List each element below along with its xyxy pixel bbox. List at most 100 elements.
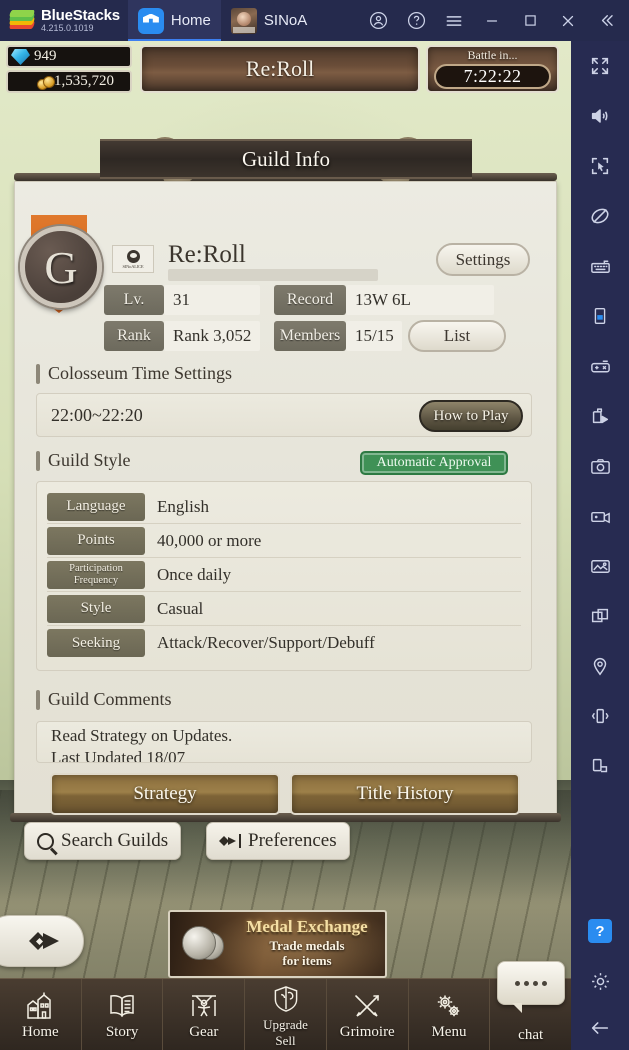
fullscreen-icon[interactable] [571,41,629,91]
title-history-button[interactable]: Title History [290,773,520,815]
help-icon[interactable] [397,0,435,41]
volume-icon[interactable] [571,91,629,141]
guild-emblem-caption: SINoALICE [122,263,144,269]
battle-timer-box[interactable]: Battle in... 7:22:22 [426,45,559,93]
colosseum-heading-label: Colosseum Time Settings [48,363,233,383]
medal-exchange-banner[interactable]: Medal Exchange Trade medals for items [168,910,387,978]
how-to-play-button[interactable]: How to Play [419,400,523,432]
media-manager-icon[interactable] [571,541,629,591]
collapse-left-icon[interactable] [587,0,625,41]
screenshot-icon[interactable] [571,441,629,491]
colosseum-time-box: 22:00~22:20 How to Play [36,393,532,437]
maximize-icon[interactable] [511,0,549,41]
tab-sinoalice[interactable]: SINoA [221,0,313,41]
medal-exchange-subtitle: Trade medals for items [228,938,385,969]
hamburger-menu-icon[interactable] [435,0,473,41]
coin-icon [37,75,57,92]
nav-item-chat-label: chat [518,1027,544,1043]
gem-amount: 949 [34,48,57,64]
style-key-frequency-line2: Frequency [73,574,119,586]
member-list-button[interactable]: List [408,320,506,352]
minimize-icon[interactable] [473,0,511,41]
how-to-play-label: How to Play [433,407,509,424]
medal-exchange-sub-line1: Trade medals [269,938,345,953]
member-list-button-label: List [443,326,471,345]
guild-comment-line-1: Read Strategy on Updates. [51,726,233,745]
style-key-frequency: Participation Frequency [47,560,145,589]
quick-move-button[interactable] [0,915,84,967]
guild-comments-heading-label: Guild Comments [48,689,172,709]
settings-gear-icon[interactable] [571,956,629,1006]
nav-item-story[interactable]: Story [81,979,164,1050]
guild-comments-box: Read Strategy on Updates. Last Updated 1… [36,721,532,763]
preferences-button[interactable]: Preferences [206,822,350,860]
gamepad-icon[interactable] [571,341,629,391]
macro-play-icon[interactable] [571,391,629,441]
book-icon [103,989,141,1023]
nav-item-grimoire-label: Grimoire [339,1024,395,1040]
nav-item-upgrade-sell[interactable]: Upgrade Sell [245,979,327,1050]
strategy-button[interactable]: Strategy [50,773,280,815]
eco-mode-icon[interactable] [571,191,629,241]
stat-key-rank: Rank [104,321,164,351]
help-badge-icon[interactable]: ? [571,906,629,956]
battle-timer-label: Battle in... [467,48,518,62]
guild-style-heading-label: Guild Style [48,450,131,470]
weapons-icon [348,989,386,1023]
brand-version: 4.215.0.1019 [41,22,94,33]
nav-item-grimoire[interactable]: Grimoire [326,979,409,1050]
approval-status-label: Automatic Approval [376,455,492,470]
nav-item-chat[interactable]: chat [490,961,571,1050]
portrait-mode-icon[interactable] [571,291,629,341]
guild-crest-letter: G [44,241,78,293]
search-guilds-button[interactable]: Search Guilds [24,822,182,860]
page-title-plate: Guild Info [100,139,472,179]
guild-comment-line-2: Last Updated 18/07 [51,748,186,763]
back-arrow-icon[interactable] [571,1006,629,1050]
nav-item-gear[interactable]: Gear [163,979,246,1050]
account-icon[interactable] [359,0,397,41]
stat-key-level: Lv. [104,285,164,315]
tab-home[interactable]: Home [127,0,221,41]
page-header: Guild Info [14,137,557,190]
guild-style-box: Language English Points 40,000 or more P… [36,481,532,671]
close-icon[interactable] [549,0,587,41]
puppet-icon [185,989,223,1023]
shake-icon[interactable] [571,691,629,741]
nav-item-menu[interactable]: Menu [408,979,491,1050]
gem-icon [11,49,30,65]
guild-style-heading: Guild Style [36,450,131,471]
guild-name-row: SINoALICE Re:Roll Settings [112,241,532,281]
stat-value-members: 15/15 [346,321,402,351]
stat-value-record: 13W 6L [346,285,494,315]
keyboard-controls-icon[interactable] [571,241,629,291]
nav-item-upgrade-sell-line2: Sell [275,1032,296,1048]
style-key-seeking: Seeking [47,629,145,657]
stat-row-level: Lv. 31 Record 13W 6L [104,285,534,315]
guild-name-banner[interactable]: Re:Roll [140,45,420,93]
multi-select-icon[interactable] [571,141,629,191]
style-value-language: English [157,496,209,516]
style-value-seeking: Attack/Recover/Support/Debuff [157,633,375,652]
nav-item-gear-label: Gear [189,1024,219,1040]
guild-stats-grid: Lv. 31 Record 13W 6L Rank Rank 3,052 Mem… [104,285,534,357]
rotate-icon[interactable] [571,741,629,791]
battle-timer-value: 7:22:22 [434,64,551,89]
game-viewport: 949 1,535,720 Re:Roll Battle in... 7:22:… [0,41,571,1050]
guild-emblem-icon: SINoALICE [112,245,154,273]
brand-name: BlueStacks [41,6,120,24]
guild-emblem-symbol [126,249,140,263]
game-app-icon [230,7,257,34]
settings-button[interactable]: Settings [436,243,530,276]
location-icon[interactable] [571,641,629,691]
medal-exchange-sub-line2: for items [282,953,332,969]
style-value-frequency: Once daily [157,564,232,584]
stat-value-level: 31 [164,285,260,315]
chat-bubble-icon [496,961,565,1013]
gears-icon [430,989,468,1023]
nav-item-home[interactable]: Home [0,979,82,1050]
gem-counter: 949 [6,45,132,68]
multi-instance-icon[interactable] [571,591,629,641]
upgrade-icon [267,982,305,1016]
record-video-icon[interactable] [571,491,629,541]
